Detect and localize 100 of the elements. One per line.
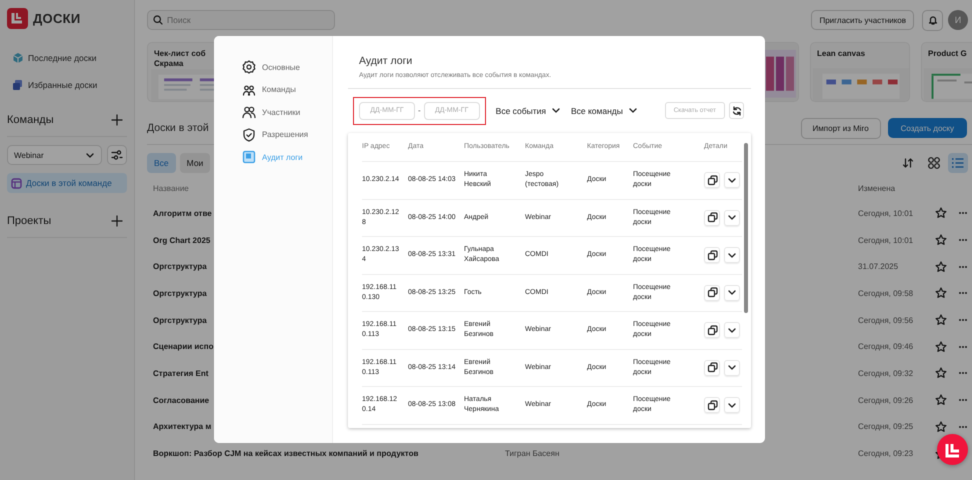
shield-icon xyxy=(242,128,256,142)
modified-date: Сегодня, 09:25 xyxy=(858,422,914,432)
board-icon xyxy=(11,178,22,188)
template-card[interactable]: Lean canvas xyxy=(810,42,910,102)
copy-button[interactable] xyxy=(704,247,720,264)
card-title: Product G xyxy=(928,49,968,59)
modified-date: Сегодня, 09:32 xyxy=(858,368,914,378)
more-icon[interactable] xyxy=(958,397,968,404)
sliders-icon xyxy=(111,149,123,161)
modified-date: Сегодня, 09:26 xyxy=(858,396,914,405)
filter-tab[interactable]: Мои xyxy=(180,153,210,173)
more-icon[interactable] xyxy=(958,264,968,270)
star-icon[interactable] xyxy=(935,394,947,406)
dropdown[interactable]: Все команды xyxy=(570,106,638,116)
chevron-down-icon xyxy=(727,400,737,410)
invite-button[interactable]: Пригласить участников xyxy=(811,10,914,30)
column-header: Название xyxy=(153,184,190,193)
more-icon[interactable] xyxy=(958,317,968,324)
sidebar-item[interactable]: Последние доски xyxy=(7,51,102,65)
refresh-icon xyxy=(732,106,742,116)
modified-date: Сегодня, 10:01 xyxy=(858,236,914,245)
people-icon xyxy=(242,105,256,120)
section-title: Команды xyxy=(7,114,54,126)
section-title: Доски в этой xyxy=(147,122,209,134)
list-icon xyxy=(951,156,965,170)
expand-button[interactable] xyxy=(724,172,740,188)
dialog-title: Аудит логи xyxy=(358,55,414,67)
star-icon[interactable] xyxy=(935,207,947,220)
search-field[interactable]: Поиск xyxy=(147,10,335,30)
document-icon xyxy=(242,150,256,164)
card-title: Скрама xyxy=(154,59,184,69)
modified-date: 31.07.2025 xyxy=(858,262,900,272)
copy-icon xyxy=(706,174,718,186)
settings-nav-item[interactable]: Разрешения xyxy=(242,128,332,142)
logo-icon xyxy=(944,442,960,458)
chevron-down-icon xyxy=(727,288,737,298)
section-title: Проекты xyxy=(7,215,52,227)
chevron-down-icon xyxy=(628,106,638,115)
team-select[interactable]: Webinar xyxy=(7,145,102,165)
modified-date: Сегодня, 09:58 xyxy=(858,288,914,298)
star-icon[interactable] xyxy=(935,340,947,353)
plus-icon[interactable] xyxy=(111,215,123,227)
star-icon[interactable] xyxy=(935,367,947,380)
modified-date: Сегодня, 10:01 xyxy=(858,208,914,218)
star-icon[interactable] xyxy=(935,260,947,273)
expand-button[interactable] xyxy=(724,284,740,301)
more-icon[interactable] xyxy=(958,370,968,376)
more-icon[interactable] xyxy=(958,424,968,430)
people-icon xyxy=(242,82,256,97)
logo-icon xyxy=(7,8,28,29)
expand-button[interactable] xyxy=(724,247,740,264)
more-icon[interactable] xyxy=(958,290,968,296)
range-separator: - xyxy=(418,106,421,115)
dropdown[interactable]: Все события xyxy=(496,106,561,116)
chevron-down-icon xyxy=(727,363,737,372)
modified-date: Сегодня, 09:23 xyxy=(858,449,914,458)
expand-button[interactable] xyxy=(724,322,740,338)
template-card[interactable]: Product G xyxy=(921,42,972,102)
more-icon[interactable] xyxy=(958,210,968,216)
assistant-button[interactable] xyxy=(937,434,968,465)
grid-icon xyxy=(927,156,941,170)
chevron-down-icon xyxy=(550,106,561,115)
chevron-down-icon xyxy=(727,250,737,260)
more-icon[interactable] xyxy=(958,237,968,244)
list-view-button[interactable] xyxy=(948,153,968,173)
plus-icon[interactable] xyxy=(111,114,123,126)
copy-button[interactable] xyxy=(704,360,720,376)
more-icon[interactable] xyxy=(958,344,968,350)
copy-button[interactable] xyxy=(704,284,720,301)
star-icon[interactable] xyxy=(935,314,947,326)
copy-button[interactable] xyxy=(704,397,720,414)
expand-button[interactable] xyxy=(724,397,740,414)
column-header: Изменена xyxy=(858,184,896,193)
star-icon[interactable] xyxy=(935,420,947,433)
copy-button[interactable] xyxy=(704,210,720,226)
import-button[interactable]: Импорт из Miro xyxy=(800,118,881,138)
copy-icon xyxy=(706,324,718,336)
sort-icon[interactable] xyxy=(902,157,914,169)
bell-icon xyxy=(928,15,938,25)
copy-button[interactable] xyxy=(704,322,720,338)
card-title: Lean canvas xyxy=(817,49,866,59)
copy-icon xyxy=(706,362,718,374)
modified-date: Сегодня, 09:46 xyxy=(858,342,914,352)
settings-nav-item[interactable]: Участники xyxy=(242,105,332,120)
stack-icon xyxy=(12,79,24,91)
filter-button[interactable] xyxy=(107,145,127,165)
expand-button[interactable] xyxy=(724,210,740,226)
board-owner: Тигран Басеян xyxy=(505,449,560,458)
gear-icon xyxy=(242,60,256,74)
expand-button[interactable] xyxy=(724,360,740,376)
sidebar-item[interactable]: Избранные доски xyxy=(7,78,102,92)
copy-icon xyxy=(706,212,718,224)
star-icon[interactable] xyxy=(935,287,947,300)
board-name[interactable]: Воркшоп: Разбор CJM на кейсах известных компаний и продуктов xyxy=(153,449,505,458)
star-icon[interactable] xyxy=(935,234,947,246)
copy-icon xyxy=(706,400,718,411)
card-title: Чек-лист соб xyxy=(154,49,207,59)
refresh-button[interactable] xyxy=(729,102,744,119)
copy-button[interactable] xyxy=(704,172,720,188)
notifications-button[interactable] xyxy=(922,10,943,30)
